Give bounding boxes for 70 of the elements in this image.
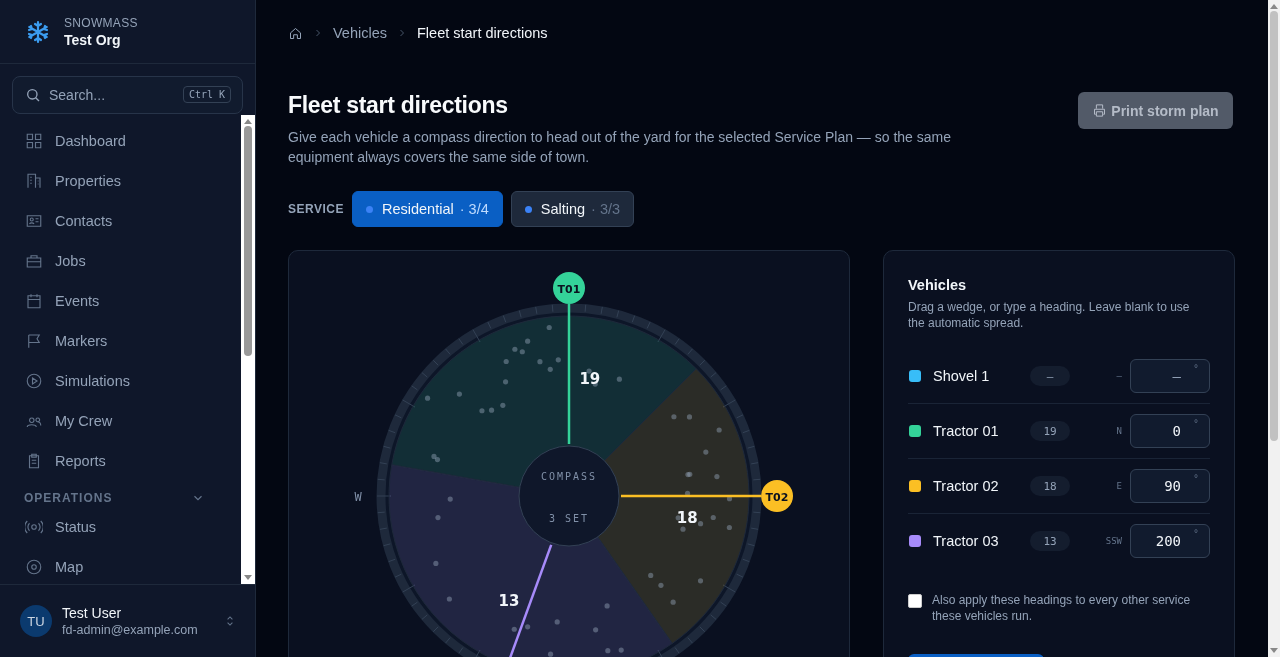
vehicle-name: Tractor 01 (933, 423, 1000, 439)
heading-line[interactable] (567, 304, 571, 444)
nav-icon (25, 332, 43, 350)
compass-title: COMPASS (540, 471, 598, 482)
degree-unit: ° (1194, 363, 1198, 374)
user-email: fd-admin@example.com (62, 623, 199, 637)
nav-item[interactable]: Markers (12, 321, 229, 361)
panel-hint: Drag a wedge, or type a heading. Leave blank to use the automatic spread. (908, 299, 1191, 331)
nav-icon (25, 518, 43, 536)
heading-line[interactable] (621, 494, 761, 498)
compass-status: 3 SET (548, 513, 590, 524)
job-count: 19 (1030, 421, 1070, 441)
nav-item[interactable]: Reports (12, 441, 229, 481)
org-name: Test Org (64, 31, 122, 48)
job-count: 18 (1030, 476, 1070, 496)
count-label: 18 (676, 508, 698, 527)
page-scrollbar[interactable] (1268, 0, 1280, 657)
page-description: Give each vehicle a compass direction to head out of the yard for the selected Service Plan — so the same equipment always covers the same side of town. (288, 128, 953, 167)
direction-label: N (1115, 426, 1122, 436)
nav-item[interactable]: Dashboard (12, 121, 229, 161)
degree-unit: ° (1194, 418, 1198, 429)
current-page: Fleet start directions (417, 25, 548, 41)
vehicle-tag[interactable]: T02 (761, 480, 793, 512)
nav-item[interactable]: Contacts (12, 201, 229, 241)
brand-name: SNOWMASS (64, 15, 138, 30)
nav-item[interactable]: Events (12, 281, 229, 321)
direction-label: – (1115, 371, 1122, 381)
nav-icon (25, 212, 43, 230)
vehicle-tag[interactable]: T01 (553, 272, 585, 304)
direction-label: E (1115, 481, 1122, 491)
checkbox-label: Also apply these headings to every other service these vehicles run. (932, 592, 1192, 624)
snowflake-icon (26, 19, 50, 44)
checkbox[interactable] (908, 594, 922, 608)
nav-icon (25, 172, 43, 190)
breadcrumb-link[interactable]: Vehicles (333, 25, 387, 41)
service-tab[interactable]: Residential · 3/4 (351, 191, 503, 227)
service-tab[interactable]: Salting · 3/3 (510, 191, 635, 227)
nav-icon (25, 252, 43, 270)
vehicle-name: Tractor 03 (933, 533, 1000, 549)
nav-item[interactable]: Properties (12, 161, 229, 201)
nav-item[interactable]: Status (12, 507, 229, 547)
nav-item[interactable]: My Crew (12, 401, 229, 441)
nav-icon (25, 372, 43, 390)
shortcut-hint: Ctrl K (182, 86, 231, 103)
nav-item[interactable]: Map (12, 547, 229, 584)
home-icon[interactable] (288, 25, 303, 41)
scrollbar[interactable] (241, 115, 255, 584)
nav-item[interactable]: Simulations (12, 361, 229, 401)
nav-icon (25, 132, 43, 150)
direction-label: SSW (1104, 536, 1122, 546)
job-count: — (1030, 366, 1070, 386)
service-label: SERVICE (288, 202, 344, 216)
vehicle-name: Shovel 1 (933, 368, 991, 384)
user-name: Test User (62, 605, 123, 621)
page-title: Fleet start directions (288, 92, 509, 119)
nav-item[interactable]: Jobs (12, 241, 229, 281)
search-icon (25, 87, 41, 103)
panel-title: Vehicles (908, 277, 968, 293)
vehicle-name: Tractor 02 (933, 478, 1000, 494)
count-label: 13 (498, 591, 520, 610)
degree-unit: ° (1194, 473, 1198, 484)
degree-unit: ° (1194, 528, 1198, 539)
count-label: 19 (579, 369, 601, 388)
user-avatar: TU (20, 605, 52, 637)
nav-icon (25, 558, 43, 576)
section-header[interactable]: OPERATIONS (12, 481, 229, 507)
printer-icon (1092, 103, 1108, 118)
west-label: W (354, 490, 362, 504)
nav-icon (25, 292, 43, 310)
job-count: 13 (1030, 531, 1070, 551)
